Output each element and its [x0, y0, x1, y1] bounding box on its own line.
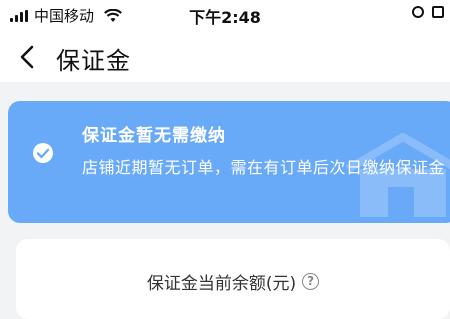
nav-bar: 保证金: [0, 32, 450, 82]
page-title: 保证金: [56, 47, 131, 75]
deposit-notice-card: 保证金暂无需缴纳 店铺近期暂无订单，需在有订单后次日缴纳保证金: [8, 101, 450, 223]
question-circle-icon[interactable]: ?: [302, 273, 320, 290]
balance-label: 保证金当前余额(元): [146, 274, 297, 294]
orientation-lock-icon: [412, 6, 424, 18]
status-app-icon: [432, 6, 444, 18]
check-circle-icon: [33, 143, 53, 163]
notice-description: 店铺近期暂无订单，需在有订单后次日缴纳保证金: [82, 158, 446, 177]
chevron-left-icon: [20, 45, 34, 69]
status-bar: 中国移动 下午2:48: [0, 0, 450, 32]
back-button[interactable]: [10, 40, 44, 74]
status-right: [412, 6, 444, 18]
balance-card: 保证金当前余额(元) ?: [16, 239, 450, 319]
status-time: 下午2:48: [189, 8, 261, 27]
notice-title: 保证金暂无需缴纳: [82, 126, 226, 146]
balance-label-row: 保证金当前余额(元) ?: [16, 269, 450, 294]
